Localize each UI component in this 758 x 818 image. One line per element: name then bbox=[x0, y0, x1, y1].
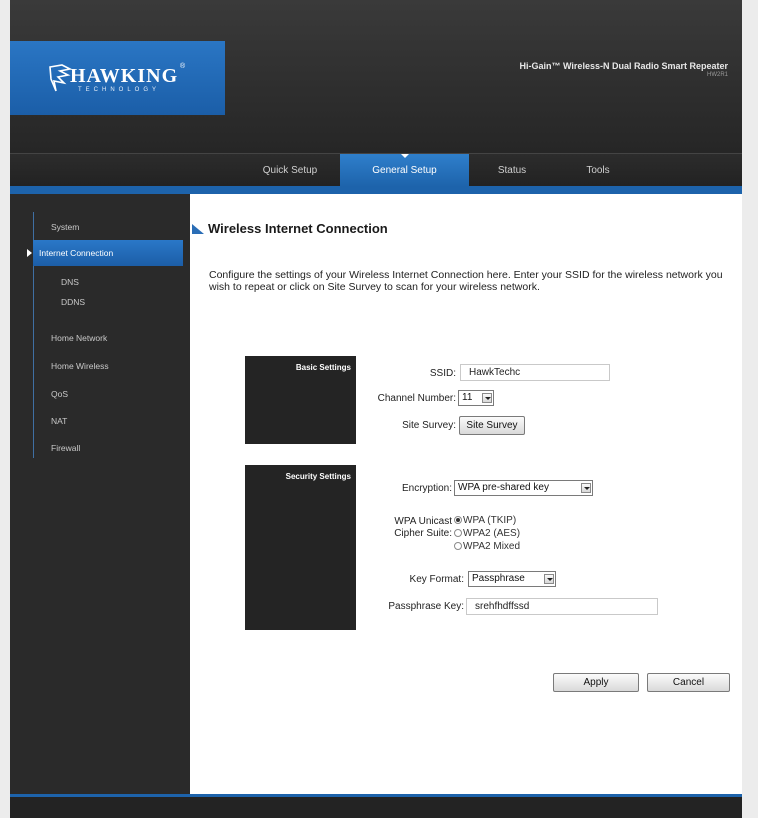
dropdown-arrow-icon bbox=[581, 483, 591, 493]
channel-value: 11 bbox=[462, 392, 473, 403]
key-format-select[interactable]: Passphrase bbox=[468, 571, 556, 587]
sidebar-item-nat[interactable]: NAT bbox=[51, 414, 67, 428]
sidebar-item-home-wireless[interactable]: Home Wireless bbox=[51, 359, 109, 373]
cipher-option-mixed[interactable]: WPA2 Mixed bbox=[454, 541, 520, 553]
router-admin-frame: HAWKING ® TECHNOLOGY Hi-Gain™ Wireless-N… bbox=[10, 0, 742, 818]
ssid-input[interactable]: HawkTechc bbox=[460, 364, 610, 381]
dropdown-arrow-icon bbox=[482, 393, 492, 403]
header: HAWKING ® TECHNOLOGY Hi-Gain™ Wireless-N… bbox=[10, 0, 742, 153]
nav-accent-bar bbox=[10, 186, 742, 194]
encryption-label: Encryption: bbox=[401, 483, 452, 494]
logo-text: HAWKING bbox=[70, 65, 179, 87]
main-content: Wireless Internet Connection Configure t… bbox=[190, 194, 742, 794]
channel-label: Channel Number: bbox=[377, 393, 456, 404]
cipher-option-label: WPA (TKIP) bbox=[463, 515, 517, 526]
radio-unselected-icon bbox=[454, 542, 462, 550]
cipher-option-tkip[interactable]: WPA (TKIP) bbox=[454, 515, 516, 527]
logo-box: HAWKING ® TECHNOLOGY bbox=[10, 41, 225, 115]
encryption-select[interactable]: WPA pre-shared key bbox=[454, 480, 593, 496]
top-nav: Quick Setup General Setup Status Tools bbox=[10, 153, 742, 187]
panel-label: Security Settings bbox=[285, 472, 351, 481]
sidebar: System Internet Connection DNS DDNS Home… bbox=[10, 194, 190, 794]
encryption-value: WPA pre-shared key bbox=[458, 482, 549, 493]
tab-label: General Setup bbox=[372, 165, 437, 176]
product-title: Hi-Gain™ Wireless-N Dual Radio Smart Rep… bbox=[519, 61, 728, 71]
tab-tools[interactable]: Tools bbox=[555, 154, 641, 187]
key-format-label: Key Format: bbox=[409, 574, 464, 585]
page-title: Wireless Internet Connection bbox=[208, 221, 388, 236]
hawk-icon bbox=[49, 64, 72, 92]
sidebar-item-internet-connection[interactable]: Internet Connection bbox=[27, 240, 183, 266]
sidebar-item-dns[interactable]: DNS bbox=[61, 275, 79, 289]
tab-status[interactable]: Status bbox=[469, 154, 555, 187]
sidebar-item-home-network[interactable]: Home Network bbox=[51, 331, 107, 345]
sidebar-item-qos[interactable]: QoS bbox=[51, 387, 68, 401]
tab-label: Tools bbox=[586, 165, 610, 176]
channel-select[interactable]: 11 bbox=[458, 390, 494, 406]
logo-registered: ® bbox=[180, 63, 186, 70]
basic-settings-panel: Basic Settings bbox=[245, 356, 356, 444]
tab-quick-setup[interactable]: Quick Setup bbox=[240, 154, 340, 187]
active-caret-icon bbox=[400, 154, 409, 158]
passphrase-label: Passphrase Key: bbox=[388, 601, 464, 612]
product-model: HW2R1 bbox=[706, 72, 728, 78]
site-survey-button[interactable]: Site Survey bbox=[459, 416, 525, 435]
site-survey-label: Site Survey: bbox=[402, 420, 456, 431]
panel-label: Basic Settings bbox=[295, 363, 351, 372]
sidebar-item-system[interactable]: System bbox=[51, 220, 79, 234]
cipher-label-line2: Cipher Suite: bbox=[394, 528, 452, 539]
tab-general-setup[interactable]: General Setup bbox=[340, 154, 469, 187]
tab-label: Status bbox=[497, 165, 527, 176]
section-arrow-icon bbox=[192, 224, 204, 234]
ssid-label: SSID: bbox=[429, 368, 456, 379]
radio-selected-icon bbox=[454, 516, 462, 524]
sidebar-item-firewall[interactable]: Firewall bbox=[51, 441, 80, 455]
apply-button[interactable]: Apply bbox=[553, 673, 639, 692]
page-description: Configure the settings of your Wireless … bbox=[209, 269, 723, 293]
key-format-value: Passphrase bbox=[472, 573, 525, 584]
cipher-option-label: WPA2 Mixed bbox=[463, 541, 521, 552]
footer bbox=[10, 794, 742, 818]
radio-unselected-icon bbox=[454, 529, 462, 537]
passphrase-input[interactable]: srehfhdffssd bbox=[466, 598, 658, 615]
cancel-button[interactable]: Cancel bbox=[647, 673, 730, 692]
hawking-logo: HAWKING ® TECHNOLOGY bbox=[48, 63, 198, 97]
cipher-label-line1: WPA Unicast bbox=[394, 516, 452, 527]
cipher-option-aes[interactable]: WPA2 (AES) bbox=[454, 528, 520, 540]
security-settings-panel: Security Settings bbox=[245, 465, 356, 630]
logo-subtext: TECHNOLOGY bbox=[78, 87, 161, 93]
dropdown-arrow-icon bbox=[544, 574, 554, 584]
sidebar-item-ddns[interactable]: DDNS bbox=[61, 295, 85, 309]
cipher-option-label: WPA2 (AES) bbox=[463, 528, 521, 539]
tab-label: Quick Setup bbox=[262, 165, 318, 176]
